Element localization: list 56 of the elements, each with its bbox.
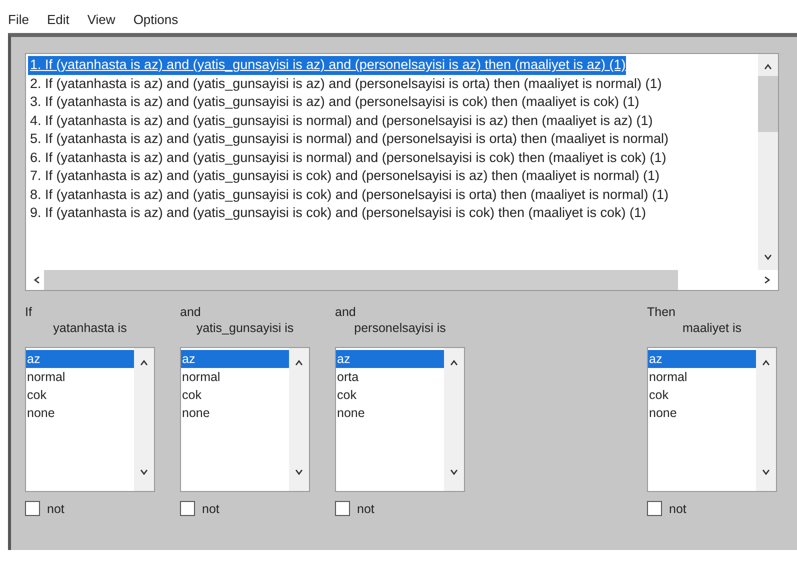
connective-label: and [180,305,202,321]
horizontal-scrollbar[interactable] [26,270,778,290]
connective-label: Then [647,305,676,321]
membership-option[interactable]: orta [336,368,444,386]
rule-item[interactable]: 3. If (yatanhasta is az) and (yatis_gunsayisi is az) and (personelsayisi is cok) then (maaliyet is cok) (1) [28,93,640,112]
not-checkbox[interactable] [25,501,40,516]
membership-list[interactable]: az normal cok none [648,348,756,491]
variable-label: yatanhasta is [52,321,128,337]
rule-item[interactable]: 6. If (yatanhasta is az) and (yatis_gunsayisi is normal) and (personelsayisi is cok) then (maaliyet is cok) (1) [28,148,666,167]
list-scrollbar[interactable] [134,348,154,491]
not-label: not [669,502,686,516]
not-checkbox[interactable] [335,501,350,516]
membership-option[interactable]: az [181,350,289,368]
variable-label: personelsayisi is [353,321,447,337]
membership-option[interactable]: cok [336,386,444,404]
membership-option[interactable]: normal [26,368,134,386]
membership-list[interactable]: az orta cok none [336,348,444,491]
list-scrollbar[interactable] [756,348,776,491]
membership-option[interactable]: az [26,350,134,368]
connective-label: and [335,305,357,321]
variable-label: maaliyet is [681,321,743,337]
rule-item[interactable]: 1. If (yatanhasta is az) and (yatis_gunsayisi is az) and (personelsayisi is az) then (maaliyet is az) (1) [28,56,626,74]
variable-label: yatis_gunsayisi is [195,321,295,337]
not-label: not [202,502,220,516]
membership-option[interactable]: cok [26,386,134,404]
membership-list[interactable]: az normal cok none [181,348,289,491]
membership-option[interactable]: none [648,404,756,422]
not-checkbox[interactable] [647,501,662,516]
rule-item[interactable]: 7. If (yatanhasta is az) and (yatis_gunsayisi is cok) and (personelsayisi is az) then (maaliyet is normal) (1) [28,167,660,186]
rule-list[interactable] [26,54,758,270]
rule-item[interactable]: 5. If (yatanhasta is az) and (yatis_gunsayisi is normal) and (personelsayisi is orta) then (maaliyet is normal) [28,130,669,148]
membership-option[interactable]: az [648,350,756,368]
rule-item[interactable]: 8. If (yatanhasta is az) and (yatis_gunsayisi is cok) and (personelsayisi is orta) then (maaliyet is normal) (1) [28,186,669,204]
menu-item[interactable]: Options [133,12,178,33]
rule-item[interactable]: 2. If (yatanhasta is az) and (yatis_gunsayisi is az) and (personelsayisi is orta) then (maaliyet is normal) (1) [28,74,662,93]
membership-option[interactable]: normal [181,368,289,386]
list-scrollbar[interactable] [289,348,309,491]
vertical-scrollbar[interactable] [758,54,778,270]
menu-item[interactable]: File [8,12,29,33]
membership-option[interactable]: normal [648,368,756,386]
rule-item[interactable]: 4. If (yatanhasta is az) and (yatis_gunsayisi is normal) and (personelsayisi is az) then (maaliyet is az) (1) [28,112,653,130]
rule-item[interactable]: 9. If (yatanhasta is az) and (yatis_gunsayisi is cok) and (personelsayisi is cok) then (maaliyet is cok) (1) [28,204,646,222]
membership-option[interactable]: az [336,350,444,368]
membership-option[interactable]: cok [648,386,756,404]
not-label: not [357,502,374,516]
membership-option[interactable]: none [26,404,134,422]
menu-item[interactable]: View [87,12,116,33]
list-scrollbar[interactable] [444,348,464,491]
menu-item[interactable]: Edit [46,12,70,33]
not-label: not [47,502,64,516]
not-checkbox[interactable] [180,501,195,516]
membership-option[interactable]: none [181,404,289,422]
membership-option[interactable]: cok [181,386,289,404]
membership-option[interactable]: none [336,404,444,422]
connective-label: If [25,305,33,321]
membership-list[interactable]: az normal cok none [26,348,134,491]
